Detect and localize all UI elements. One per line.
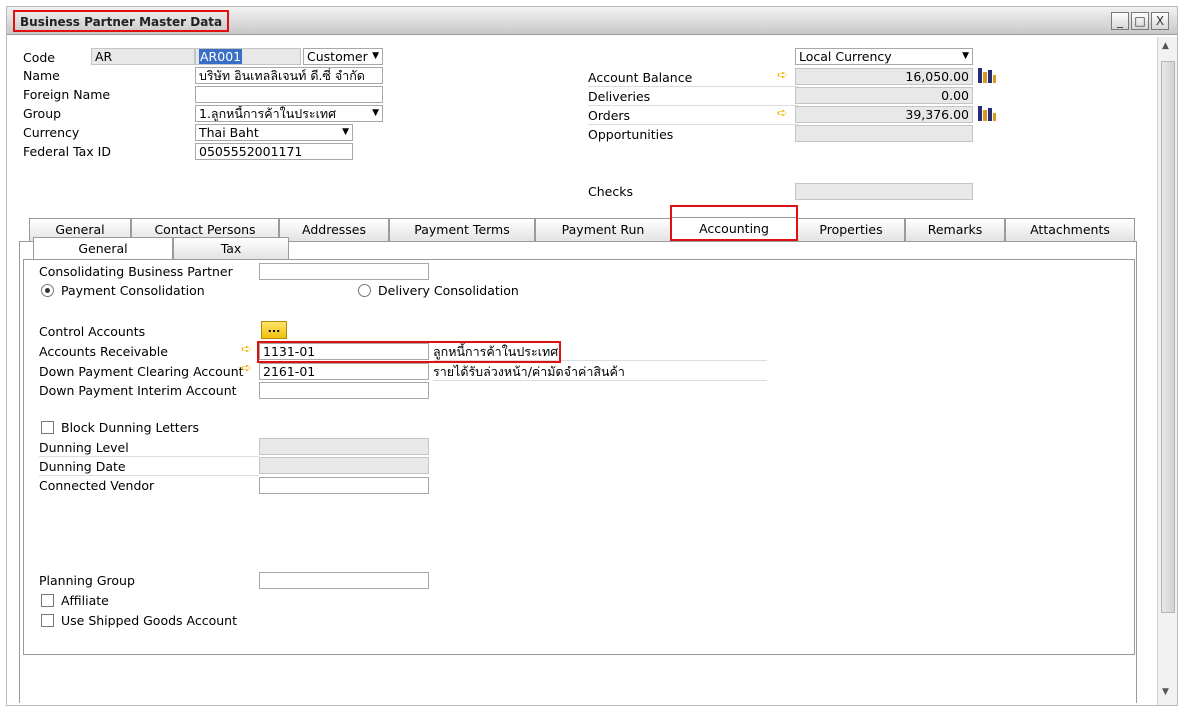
accounts-receivable-highlight	[257, 341, 561, 363]
chevron-down-icon: ▼	[372, 51, 379, 61]
divider	[433, 380, 767, 381]
accounting-tab-highlight	[670, 205, 798, 241]
dunning-level-field	[259, 438, 429, 455]
tax-id-label: Federal Tax ID	[23, 144, 111, 159]
code-label: Code	[23, 50, 56, 65]
consolidating-bp-label: Consolidating Business Partner	[39, 264, 233, 279]
window-title: Business Partner Master Data	[13, 10, 230, 32]
tab-addresses[interactable]: Addresses	[279, 218, 389, 242]
foreign-name-label: Foreign Name	[23, 87, 111, 102]
dunning-date-label: Dunning Date	[39, 459, 126, 474]
vertical-scrollbar[interactable]: ▲ ▼	[1157, 37, 1177, 705]
tab-properties[interactable]: Properties	[797, 218, 905, 242]
general-subpanel	[23, 259, 1135, 655]
bar-chart-icon[interactable]	[977, 66, 997, 84]
bp-type-select[interactable]: Customer ▼	[303, 48, 383, 65]
connected-vendor-field[interactable]	[259, 477, 429, 494]
currency-value: Thai Baht	[199, 125, 259, 140]
checks-label: Checks	[588, 184, 633, 199]
tab-payment-terms[interactable]: Payment Terms	[389, 218, 535, 242]
divider	[588, 105, 798, 106]
minimize-button[interactable]: _	[1111, 12, 1129, 30]
affiliate-checkbox[interactable]	[41, 594, 54, 607]
tab-payment-run[interactable]: Payment Run	[535, 218, 671, 242]
block-dunning-checkbox[interactable]	[41, 421, 54, 434]
divider	[588, 124, 798, 125]
orders-field: 39,376.00	[795, 106, 973, 123]
consolidating-bp-field[interactable]	[259, 263, 429, 280]
payment-consolidation-radio[interactable]	[41, 284, 54, 297]
block-dunning-label: Block Dunning Letters	[61, 420, 200, 435]
control-accounts-label: Control Accounts	[39, 324, 146, 339]
maximize-button[interactable]: □	[1131, 12, 1149, 30]
tab-attachments[interactable]: Attachments	[1005, 218, 1135, 242]
group-select[interactable]: 1.ลูกหนี้การค้าในประเทศ ▼	[195, 105, 383, 122]
deliveries-label: Deliveries	[588, 89, 651, 104]
account-balance-label: Account Balance	[588, 70, 693, 85]
tab-remarks[interactable]: Remarks	[905, 218, 1005, 242]
deliveries-field: 0.00	[795, 87, 973, 104]
subtab-general[interactable]: General	[33, 237, 173, 260]
scrollbar-thumb[interactable]	[1161, 61, 1175, 613]
foreign-name-field[interactable]	[195, 86, 383, 103]
bp-master-data-window: Business Partner Master Data _ □ X Code …	[6, 6, 1178, 706]
control-accounts-button[interactable]: ...	[261, 321, 287, 339]
delivery-consolidation-radio[interactable]	[358, 284, 371, 297]
link-arrow-icon[interactable]: ➪	[777, 107, 788, 121]
divider	[39, 475, 259, 476]
code-value: AR001	[199, 49, 243, 64]
divider	[39, 456, 259, 457]
group-label: Group	[23, 106, 62, 121]
dunning-date-field	[259, 457, 429, 474]
dp-clearing-code-field[interactable]: 2161-01	[259, 363, 429, 380]
dp-interim-field[interactable]	[259, 382, 429, 399]
bar-chart-icon[interactable]	[977, 104, 997, 122]
dp-clearing-name: รายได้รับล่วงหน้า/ค่ามัดจำค่าสินค้า	[433, 364, 625, 379]
link-arrow-icon[interactable]: ➪	[241, 343, 252, 357]
currency-label: Currency	[23, 125, 80, 140]
divider	[588, 86, 798, 87]
group-value: 1.ลูกหนี้การค้าในประเทศ	[199, 106, 337, 121]
dunning-level-label: Dunning Level	[39, 440, 129, 455]
code-field[interactable]: AR001	[195, 48, 301, 65]
orders-label: Orders	[588, 108, 631, 123]
close-button[interactable]: X	[1151, 12, 1169, 30]
tax-id-field[interactable]: 0505552001171	[195, 143, 353, 160]
payment-consolidation-label: Payment Consolidation	[61, 283, 205, 298]
subtab-tax[interactable]: Tax	[173, 237, 289, 260]
opportunities-label: Opportunities	[588, 127, 674, 142]
planning-group-label: Planning Group	[39, 573, 135, 588]
name-field[interactable]: บริษัท อินเทลลิเจนท์ ดี.ซี่ จำกัด	[195, 67, 383, 84]
chevron-down-icon: ▼	[372, 108, 379, 118]
delivery-consolidation-label: Delivery Consolidation	[378, 283, 519, 298]
connected-vendor-label: Connected Vendor	[39, 478, 155, 493]
balance-currency-value: Local Currency	[799, 49, 892, 64]
planning-group-field[interactable]	[259, 572, 429, 589]
account-balance-field: 16,050.00	[795, 68, 973, 85]
currency-select[interactable]: Thai Baht ▼	[195, 124, 353, 141]
scroll-up-icon[interactable]: ▲	[1162, 41, 1169, 51]
chevron-down-icon: ▼	[342, 127, 349, 137]
title-bar[interactable]: Business Partner Master Data _ □ X	[7, 7, 1177, 35]
name-label: Name	[23, 68, 60, 83]
bp-type-value: Customer	[307, 49, 368, 64]
shipped-goods-label: Use Shipped Goods Account	[61, 613, 237, 628]
link-arrow-icon[interactable]: ➪	[241, 362, 252, 376]
radio-dot	[45, 288, 50, 293]
dp-clearing-label: Down Payment Clearing Account	[39, 364, 244, 379]
opportunities-field	[795, 125, 973, 142]
code-series-field[interactable]: AR	[91, 48, 195, 65]
checks-field	[795, 183, 973, 200]
accounts-receivable-label: Accounts Receivable	[39, 344, 168, 359]
chevron-down-icon: ▼	[962, 51, 969, 61]
balance-currency-select[interactable]: Local Currency ▼	[795, 48, 973, 65]
affiliate-label: Affiliate	[61, 593, 109, 608]
dp-interim-label: Down Payment Interim Account	[39, 383, 237, 398]
link-arrow-icon[interactable]: ➪	[777, 69, 788, 83]
shipped-goods-checkbox[interactable]	[41, 614, 54, 627]
scroll-down-icon[interactable]: ▼	[1162, 687, 1169, 697]
